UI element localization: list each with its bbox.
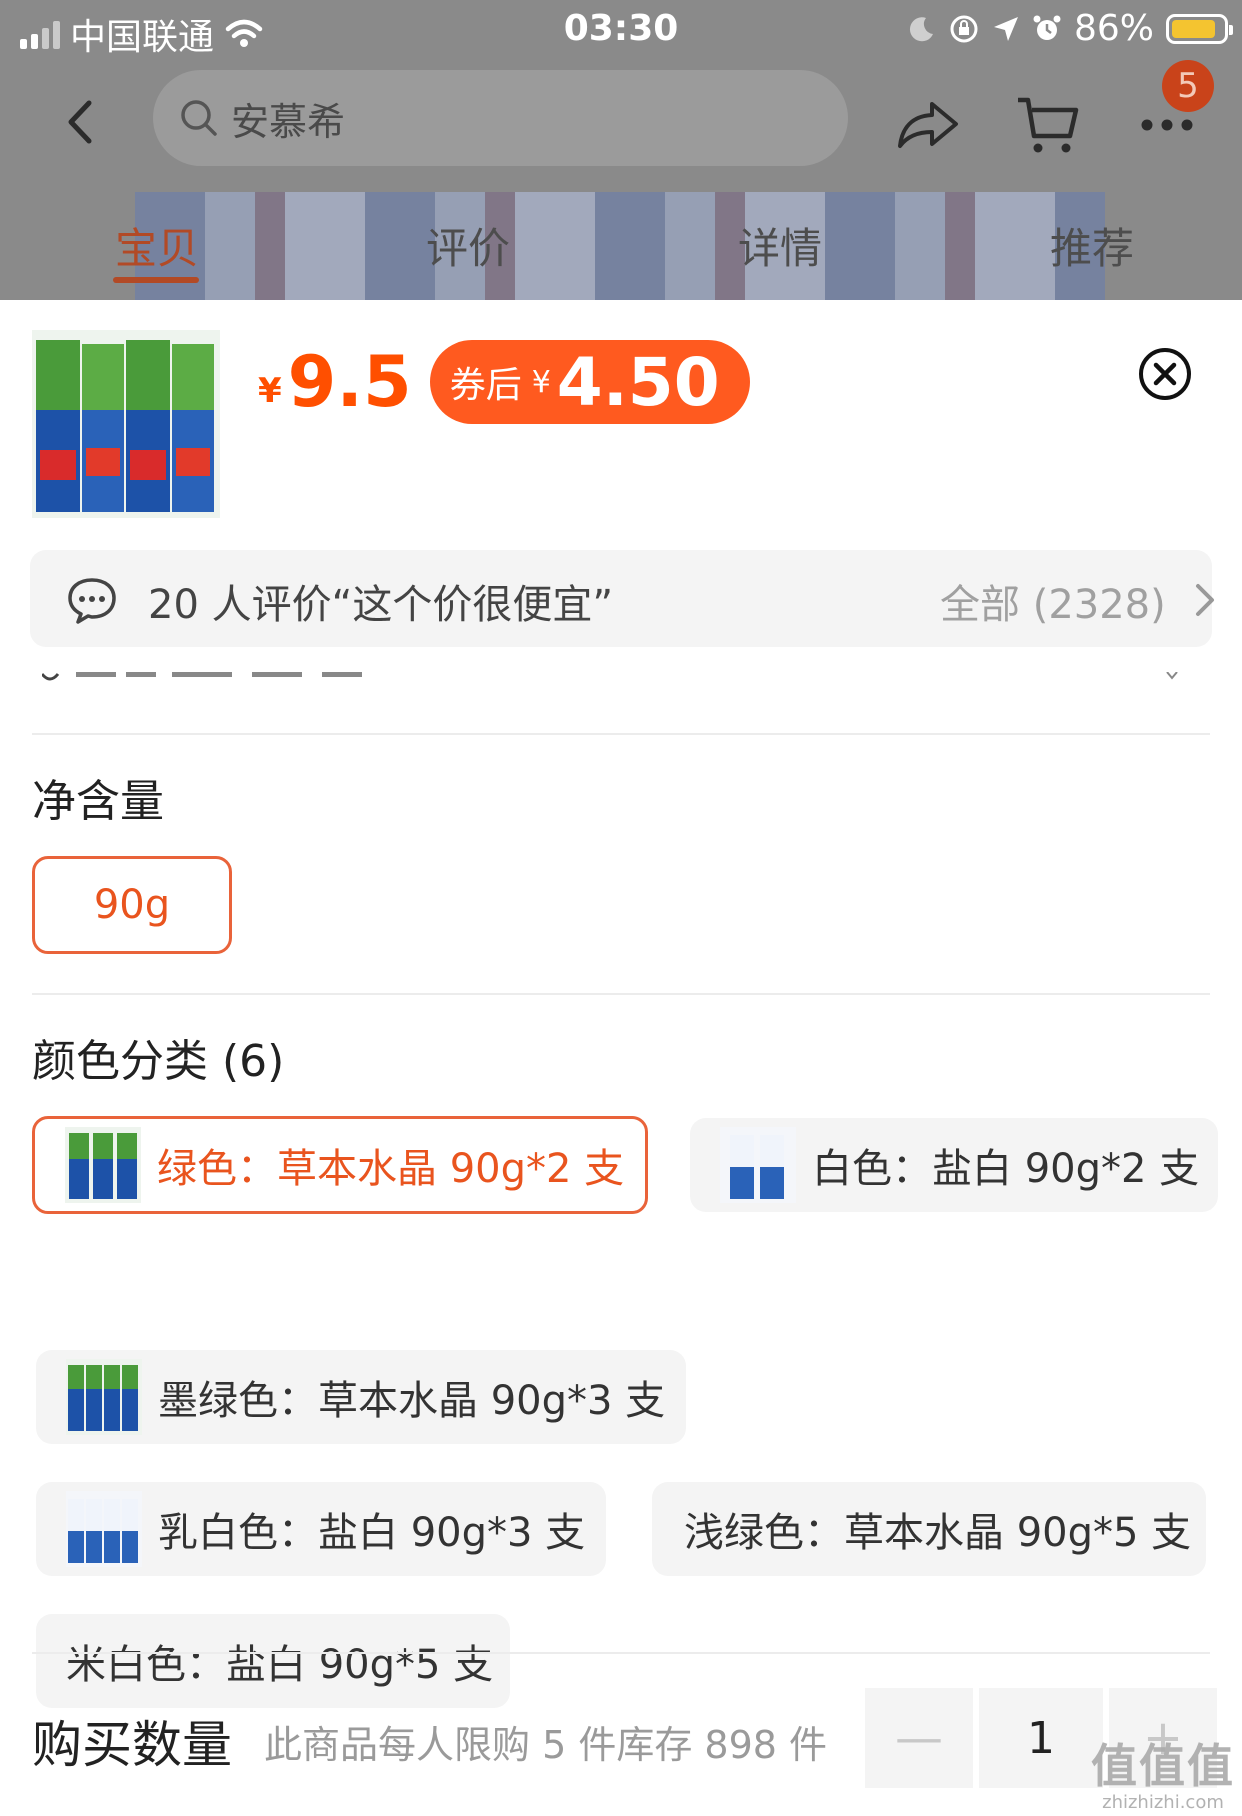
option-label: 浅绿色：草本水晶 90g*5 支 — [684, 1510, 1192, 1556]
chevron-right-icon — [1196, 584, 1214, 616]
divider — [32, 733, 1210, 735]
back-button[interactable] — [50, 92, 110, 152]
tab-item[interactable]: 宝贝 — [115, 215, 199, 276]
coupon-price: 4.50 — [556, 343, 720, 421]
option-label: 90g — [93, 882, 171, 928]
moon-icon — [909, 16, 933, 41]
tab-bar: 宝贝 评价 详情 推荐 — [0, 205, 1242, 285]
color-option-green-2[interactable]: 绿色：草本水晶 90g*2 支 — [32, 1116, 648, 1214]
option-thumbnail — [65, 1127, 141, 1203]
battery-percent: 86% — [1073, 8, 1154, 49]
option-label: 墨绿色：草本水晶 90g*3 支 — [158, 1378, 666, 1424]
watermark-url: zhizhizhi.com — [1102, 1792, 1224, 1813]
share-icon — [898, 102, 958, 148]
option-label: 乳白色：盐白 90g*3 支 — [158, 1510, 586, 1556]
divider — [32, 993, 1210, 995]
decrease-quantity-button[interactable]: — — [865, 1688, 973, 1788]
battery-fill — [1172, 19, 1215, 38]
share-button[interactable] — [893, 90, 963, 160]
divider — [32, 1652, 1210, 1654]
option-thumbnail — [66, 1359, 142, 1435]
option-thumbnail — [720, 1127, 796, 1203]
cart-icon — [1018, 97, 1079, 153]
review-all-count[interactable]: 全部 (2328) — [940, 572, 1166, 630]
cart-button[interactable] — [1012, 90, 1082, 160]
partially-hidden-row — [42, 672, 1178, 681]
color-option-darkgreen-3[interactable]: 墨绿色：草本水晶 90g*3 支 — [36, 1350, 686, 1444]
comment-icon — [68, 578, 116, 624]
more-icon — [1141, 119, 1193, 131]
quantity-limit-note: 此商品每人限购 5 件库存 898 件 — [264, 1723, 828, 1767]
battery-icon — [1166, 13, 1233, 44]
quantity-label: 购买数量 — [32, 1716, 232, 1774]
review-snippet: 20 人评价“这个价很便宜” — [148, 582, 614, 628]
rotation-lock-icon — [950, 15, 978, 42]
color-option-milkwhite-3[interactable]: 乳白色：盐白 90g*3 支 — [36, 1482, 606, 1576]
tab-details[interactable]: 详情 — [738, 215, 822, 276]
tab-recommend[interactable]: 推荐 — [1050, 215, 1134, 276]
status-bar: 中国联通 03:30 86% — [0, 0, 1242, 62]
option-thumbnail — [66, 1491, 142, 1567]
product-image[interactable] — [32, 330, 220, 518]
search-text: 安慕希 — [231, 99, 346, 144]
sku-sheet: ¥ 9.5 券后 ¥ 4.50 20 人评价“这个价很便宜” 全部 (2328)… — [0, 300, 1242, 1816]
background-page: 中国联通 03:30 86% 安慕希 5 宝贝 评价 详情 推荐 — [0, 0, 1242, 300]
cart-badge: 5 — [1162, 60, 1214, 112]
tab-reviews[interactable]: 评价 — [426, 215, 510, 276]
search-icon — [181, 100, 217, 136]
coupon-label: 券后 — [449, 365, 522, 406]
nav-bar: 安慕希 — [0, 62, 1242, 182]
option-label: 绿色：草本水晶 90g*2 支 — [157, 1146, 625, 1192]
location-icon — [993, 16, 1018, 41]
net-content-title: 净含量 — [32, 776, 164, 827]
back-icon — [68, 100, 92, 144]
review-summary-bar[interactable]: 20 人评价“这个价很便宜” 全部 (2328) — [30, 550, 1214, 647]
coupon-price-badge: 券后 ¥ 4.50 — [429, 340, 750, 424]
alarm-icon — [1033, 15, 1061, 40]
watermark: 值值值 zhizhizhi.com — [1088, 1730, 1238, 1813]
net-content-option-90g[interactable]: 90g — [32, 856, 232, 954]
price-row: ¥ 9.5 券后 ¥ 4.50 — [258, 340, 750, 424]
quantity-value[interactable]: 1 — [979, 1688, 1103, 1788]
coupon-currency: ¥ — [531, 364, 551, 400]
price: 9.5 — [287, 341, 412, 423]
color-category-title: 颜色分类 (6) — [32, 1036, 285, 1087]
tab-active-indicator — [113, 277, 199, 283]
close-icon[interactable] — [1138, 347, 1192, 401]
watermark-text: 值值值 — [1091, 1739, 1235, 1793]
color-option-beige-5[interactable]: 米白色：盐白 90g*5 支 — [36, 1614, 510, 1708]
search-bar[interactable]: 安慕希 — [153, 70, 848, 166]
option-label: 白色：盐白 90g*2 支 — [812, 1146, 1200, 1192]
currency-symbol: ¥ — [258, 371, 282, 411]
color-option-lightgreen-5[interactable]: 浅绿色：草本水晶 90g*5 支 — [652, 1482, 1206, 1576]
color-option-white-2[interactable]: 白色：盐白 90g*2 支 — [690, 1118, 1218, 1212]
option-label: 米白色：盐白 90g*5 支 — [66, 1642, 494, 1688]
